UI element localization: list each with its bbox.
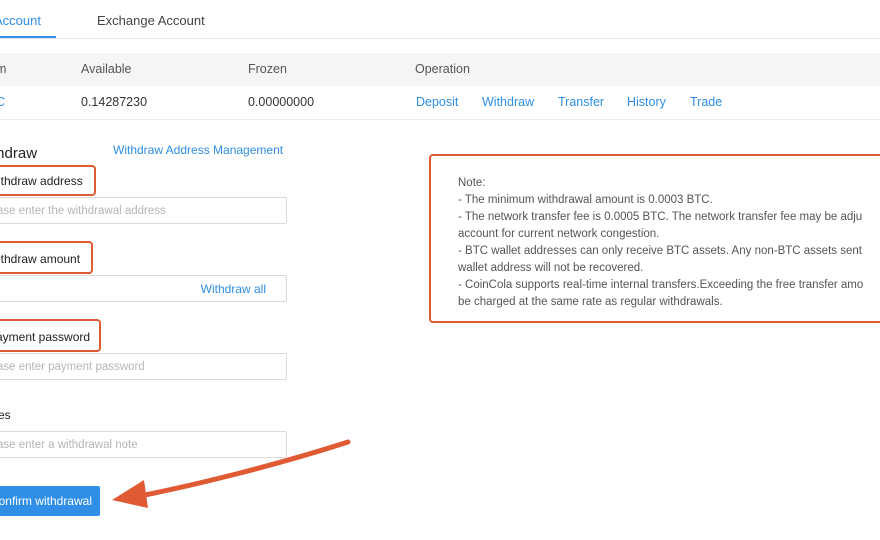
- column-header-coin: m: [0, 62, 7, 76]
- withdraw-title: thdraw: [0, 145, 38, 162]
- transfer-link[interactable]: Transfer: [558, 95, 604, 109]
- withdraw-all-button[interactable]: Withdraw all: [201, 282, 266, 296]
- column-header-frozen: Frozen: [248, 62, 287, 76]
- withdraw-address-placeholder: ase enter the withdrawal address: [0, 205, 166, 217]
- note-line: Note:: [458, 177, 486, 189]
- note-line: - The minimum withdrawal amount is 0.000…: [458, 194, 713, 206]
- withdraw-address-input[interactable]: ase enter the withdrawal address: [0, 197, 287, 224]
- confirm-withdrawal-button[interactable]: onfirm withdrawal: [0, 486, 100, 516]
- note-line: - The network transfer fee is 0.0005 BTC…: [458, 211, 863, 223]
- tabs-divider: [0, 38, 880, 39]
- payment-password-input[interactable]: ase enter payment password: [0, 353, 287, 380]
- payment-password-placeholder: ase enter payment password: [0, 361, 145, 373]
- tab-account[interactable]: Account: [0, 13, 41, 28]
- note-text: Note: - The minimum withdrawal amount is…: [458, 175, 880, 311]
- tab-exchange-account[interactable]: Exchange Account: [97, 13, 205, 28]
- note-line: - CoinCola supports real-time internal t…: [458, 279, 864, 291]
- arrow-annotation-icon: [112, 439, 351, 508]
- column-header-available: Available: [81, 62, 132, 76]
- payment-password-label: ayment password: [0, 330, 91, 344]
- withdraw-link[interactable]: Withdraw: [482, 95, 534, 109]
- note-line: - BTC wallet addresses can only receive …: [458, 245, 862, 257]
- history-link[interactable]: History: [627, 95, 666, 109]
- available-cell: 0.14287230: [81, 95, 148, 109]
- note-line: account for current network congestion.: [458, 228, 660, 240]
- note-line: wallet address will not be recovered.: [458, 262, 644, 274]
- coin-cell: C: [0, 95, 6, 109]
- withdraw-address-management-link[interactable]: Withdraw Address Management: [113, 143, 283, 157]
- withdraw-note-box: Note: - The minimum withdrawal amount is…: [429, 154, 880, 323]
- withdraw-amount-input[interactable]: Withdraw all: [0, 275, 287, 302]
- deposit-link[interactable]: Deposit: [416, 95, 458, 109]
- frozen-cell: 0.00000000: [248, 95, 315, 109]
- table-row-divider: [0, 119, 880, 120]
- withdraw-address-label: ithdraw address: [0, 174, 83, 188]
- trade-link[interactable]: Trade: [690, 95, 722, 109]
- note-line: be charged at the same rate as regular w…: [458, 296, 723, 308]
- notes-label: es: [0, 408, 11, 422]
- withdraw-amount-label: ithdraw amount: [0, 252, 81, 266]
- column-header-operation: Operation: [415, 62, 470, 76]
